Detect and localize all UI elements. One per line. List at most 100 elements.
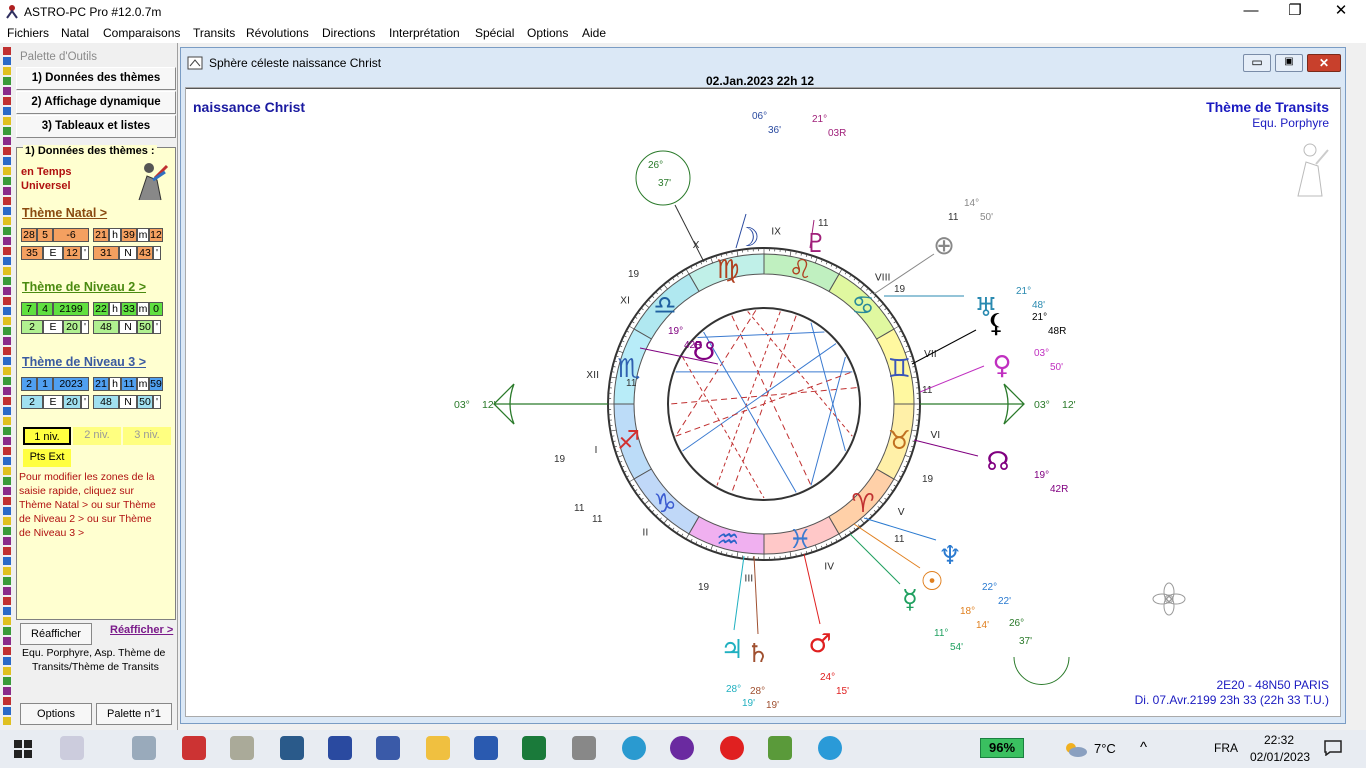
redisplay-button[interactable]: Réafficher — [20, 623, 92, 645]
natal-second-field[interactable]: 12 — [149, 228, 163, 242]
app-icon-1[interactable] — [132, 736, 156, 760]
language-indicator[interactable]: FRA — [1214, 741, 1238, 755]
level2-lat-deg[interactable]: 48 — [93, 320, 119, 334]
level3-lat-deg[interactable]: 48 — [93, 395, 119, 409]
excel-icon[interactable] — [522, 736, 546, 760]
level2-lat-dir[interactable]: N — [119, 320, 137, 334]
level2-month-field[interactable]: 4 — [37, 302, 53, 316]
level3-lat-dir[interactable]: N — [119, 395, 137, 409]
options-button[interactable]: Options — [20, 703, 92, 725]
menu-directions[interactable]: Directions — [322, 26, 375, 40]
level3-second-field[interactable]: 59 — [149, 377, 163, 391]
restore-button[interactable]: ❐ — [1272, 0, 1318, 23]
windows-start-icon[interactable] — [14, 740, 32, 758]
folder-icon[interactable] — [426, 736, 450, 760]
level2-year-field[interactable]: 2199 — [53, 302, 89, 316]
level2-hour-field[interactable]: 22 — [93, 302, 109, 316]
child-restore-button[interactable]: ▣ — [1275, 54, 1303, 72]
minimize-button[interactable]: — — [1228, 0, 1274, 23]
child-close-button[interactable]: ✕ — [1307, 54, 1341, 72]
menu-aide[interactable]: Aide — [582, 26, 606, 40]
edge-icon[interactable] — [622, 736, 646, 760]
natal-lon-min[interactable]: 12 — [63, 246, 81, 260]
tab-tables-lists[interactable]: 3) Tableaux et listes — [16, 115, 176, 138]
redisplay-link[interactable]: Réafficher > — [110, 624, 173, 636]
level2-lon-min[interactable]: 20 — [63, 320, 81, 334]
palette-number-button[interactable]: Palette n°1 — [96, 703, 172, 725]
level2-button[interactable]: 2 niv. — [73, 427, 121, 445]
level2-lat-min[interactable]: 50 — [137, 320, 153, 334]
telegram-icon[interactable] — [818, 736, 842, 760]
menu-revolutions[interactable]: Révolutions — [246, 26, 309, 40]
level2-lon-deg[interactable]: 2 — [21, 320, 43, 334]
level3-day-field[interactable]: 2 — [21, 377, 37, 391]
level2-minute-field[interactable]: 33 — [121, 302, 137, 316]
natal-year-field[interactable]: -6 — [53, 228, 89, 242]
task-view-icon[interactable] — [60, 736, 84, 760]
house-number: IX — [771, 226, 781, 237]
level3-lon-min[interactable]: 20 — [63, 395, 81, 409]
strip-square — [3, 127, 11, 135]
level3-theme-link[interactable]: Thème de Niveau 3 > — [22, 355, 146, 369]
menu-comparaisons[interactable]: Comparaisons — [103, 26, 180, 40]
menu-fichiers[interactable]: Fichiers — [7, 26, 49, 40]
level2-theme-link[interactable]: Thème de Niveau 2 > — [22, 280, 146, 294]
clock-time[interactable]: 22:32 — [1264, 733, 1294, 747]
strip-square — [3, 257, 11, 265]
opera-icon[interactable] — [720, 736, 744, 760]
word-icon[interactable] — [474, 736, 498, 760]
close-button[interactable]: ✕ — [1318, 0, 1364, 23]
menu-options[interactable]: Options — [527, 26, 568, 40]
menu-natal[interactable]: Natal — [61, 26, 89, 40]
menu-interpretation[interactable]: Interprétation — [389, 26, 460, 40]
chevron-up-icon[interactable]: ^ — [1140, 739, 1147, 756]
natal-lon-dir[interactable]: E — [43, 246, 63, 260]
astro-pc-taskbar-icon[interactable] — [182, 736, 206, 760]
natal-lat-min[interactable]: 43 — [137, 246, 153, 260]
weather-icon[interactable] — [1062, 740, 1088, 758]
natal-theme-link[interactable]: Thème Natal > — [22, 206, 107, 220]
printer-icon[interactable] — [376, 736, 400, 760]
natal-lon-deg[interactable]: 35 — [21, 246, 43, 260]
level3-lon-deg[interactable]: 2 — [21, 395, 43, 409]
level3-lat-min[interactable]: 50 — [137, 395, 153, 409]
ascendant-arrow — [493, 383, 608, 425]
calculator-icon[interactable] — [572, 736, 596, 760]
natal-h-label: h — [109, 228, 121, 242]
natal-lat-deg[interactable]: 31 — [93, 246, 119, 260]
level3-hour-field[interactable]: 21 — [93, 377, 109, 391]
tab-dynamic-display[interactable]: 2) Affichage dynamique — [16, 91, 176, 114]
natal-hour-field[interactable]: 21 — [93, 228, 109, 242]
save-app-icon[interactable] — [328, 736, 352, 760]
natal-month-field[interactable]: 5 — [37, 228, 53, 242]
level2-lon-dir[interactable]: E — [43, 320, 63, 334]
menu-special[interactable]: Spécial — [475, 26, 514, 40]
app-icon-3[interactable] — [280, 736, 304, 760]
child-minimize-button[interactable]: ▭ — [1243, 54, 1271, 72]
level3-button[interactable]: 3 niv. — [123, 427, 171, 445]
planet-glyph: ☊ — [986, 447, 1009, 477]
pts-ext-button[interactable]: Pts Ext — [23, 449, 71, 467]
app-icon-2[interactable] — [230, 736, 254, 760]
asc-degree-label: 03° — [1034, 399, 1050, 411]
level2-second-field[interactable]: 0 — [149, 302, 163, 316]
image-app-icon[interactable] — [768, 736, 792, 760]
level3-minute-field[interactable]: 11 — [121, 377, 137, 391]
level3-month-field[interactable]: 1 — [37, 377, 53, 391]
natal-lat-dir[interactable]: N — [119, 246, 137, 260]
notification-icon[interactable] — [1324, 740, 1342, 757]
media-icon[interactable] — [670, 736, 694, 760]
level2-day-field[interactable]: 7 — [21, 302, 37, 316]
clock-date[interactable]: 02/01/2023 — [1250, 750, 1310, 764]
cusp-label: 19 — [922, 474, 934, 485]
level3-year-field[interactable]: 2023 — [53, 377, 89, 391]
menu-transits[interactable]: Transits — [193, 26, 235, 40]
battery-indicator[interactable]: 96% — [980, 738, 1024, 758]
level3-lon-dir[interactable]: E — [43, 395, 63, 409]
tab-theme-data[interactable]: 1) Données des thèmes — [16, 67, 176, 90]
level1-button[interactable]: 1 niv. — [23, 427, 71, 445]
natal-day-field[interactable]: 28 — [21, 228, 37, 242]
level3-lat-unit: ' — [153, 395, 161, 409]
temperature[interactable]: 7°C — [1094, 741, 1116, 756]
natal-minute-field[interactable]: 39 — [121, 228, 137, 242]
